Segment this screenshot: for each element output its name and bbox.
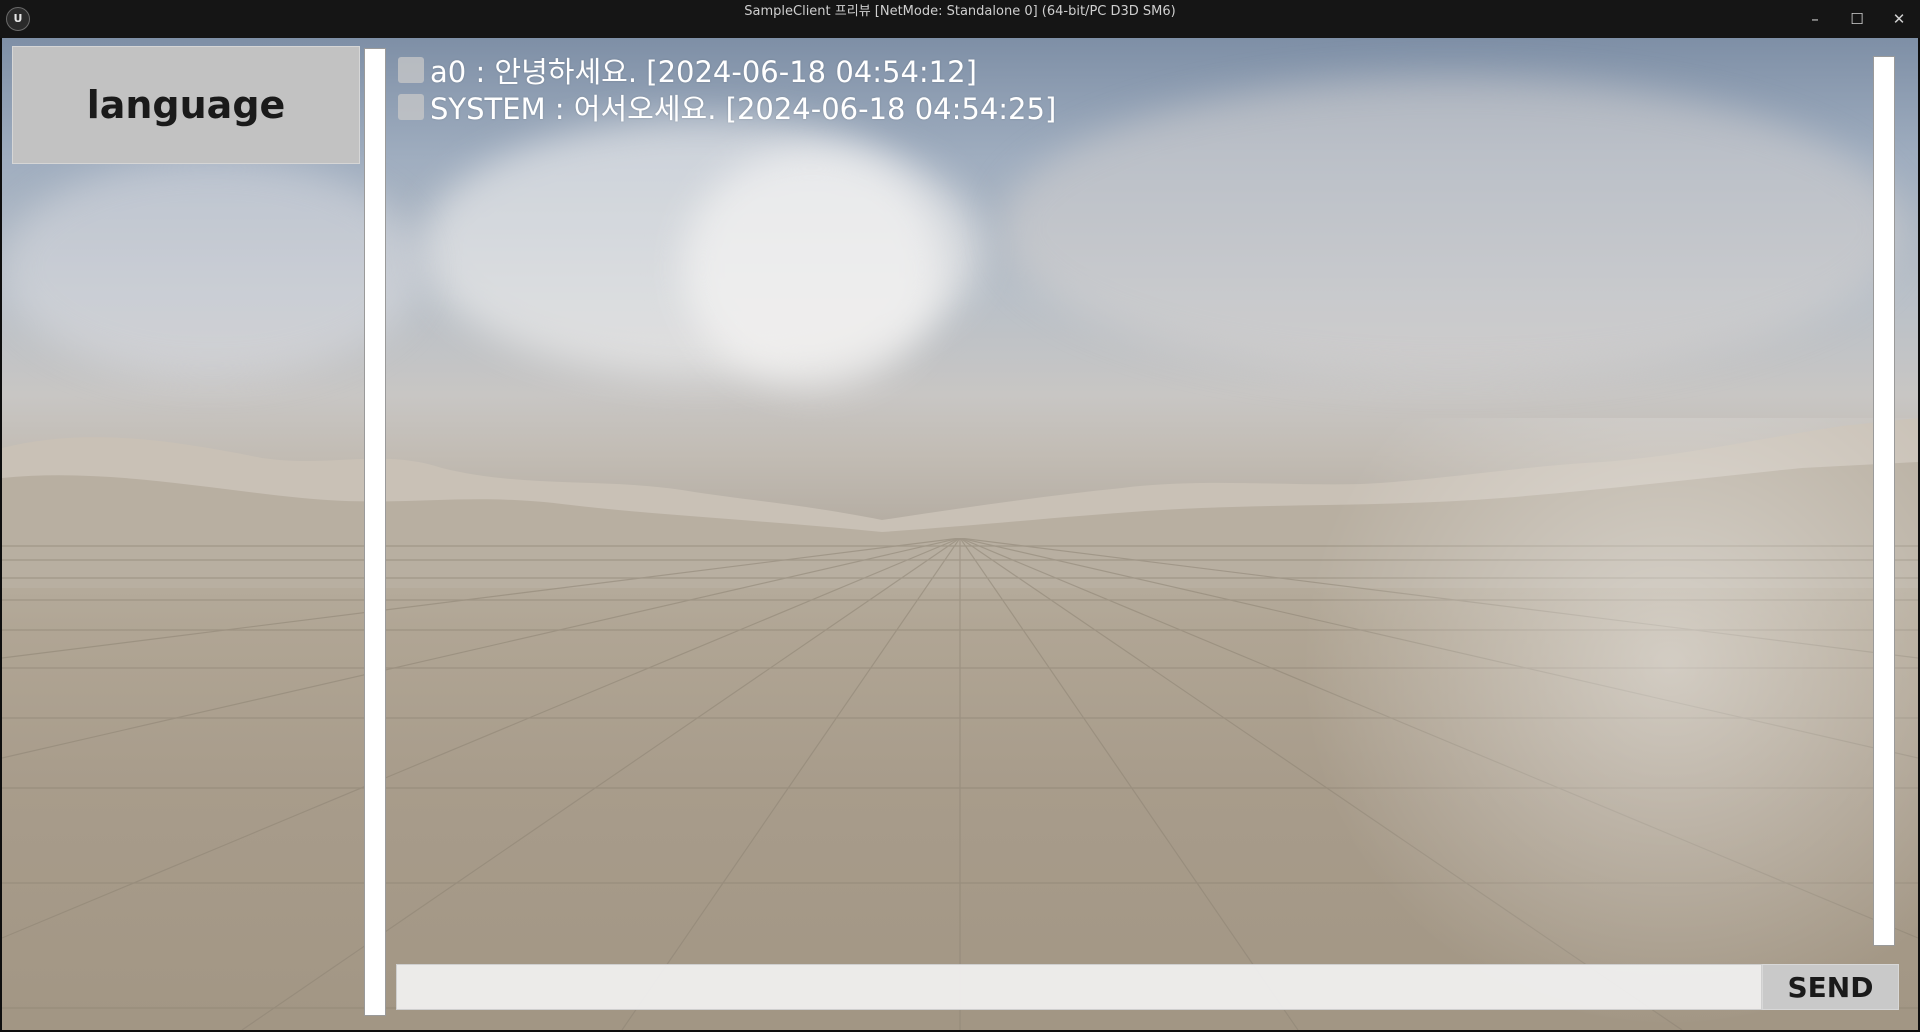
maximize-button[interactable]: ☐ [1836,0,1878,38]
cloud [2,158,422,378]
message-checkbox[interactable] [398,94,424,120]
message-checkbox[interactable] [398,57,424,83]
app-window: U SampleClient 프리뷰 [NetMode: Standalone … [0,0,1920,1032]
chat-scrollbar[interactable] [1873,56,1895,946]
close-button[interactable]: ✕ [1878,0,1920,38]
left-panel-scrollbar[interactable] [364,48,386,1016]
send-button[interactable]: SEND [1762,964,1899,1010]
title-bar[interactable]: U SampleClient 프리뷰 [NetMode: Standalone … [0,0,1920,38]
chat-message: SYSTEM : 어서오세요. [2024-06-18 04:54:25] [398,89,1858,126]
light-glare [1298,418,1918,1030]
window-controls: – ☐ ✕ [1794,0,1920,38]
cloud [682,148,942,388]
minimize-button[interactable]: – [1794,0,1836,38]
chat-message: a0 : 안녕하세요. [2024-06-18 04:54:12] [398,52,1858,89]
chat-message-text: SYSTEM : 어서오세요. [2024-06-18 04:54:25] [430,92,1057,126]
language-button[interactable]: language [12,46,360,164]
chat-input[interactable] [396,964,1762,1010]
chat-message-text: a0 : 안녕하세요. [2024-06-18 04:54:12] [430,55,977,89]
game-viewport[interactable]: language a0 : 안녕하세요. [2024-06-18 04:54:1… [2,38,1918,1030]
window-title: SampleClient 프리뷰 [NetMode: Standalone 0]… [744,4,1176,19]
unreal-logo-icon[interactable]: U [6,7,30,31]
chat-message-list: a0 : 안녕하세요. [2024-06-18 04:54:12] SYSTEM… [398,52,1858,126]
